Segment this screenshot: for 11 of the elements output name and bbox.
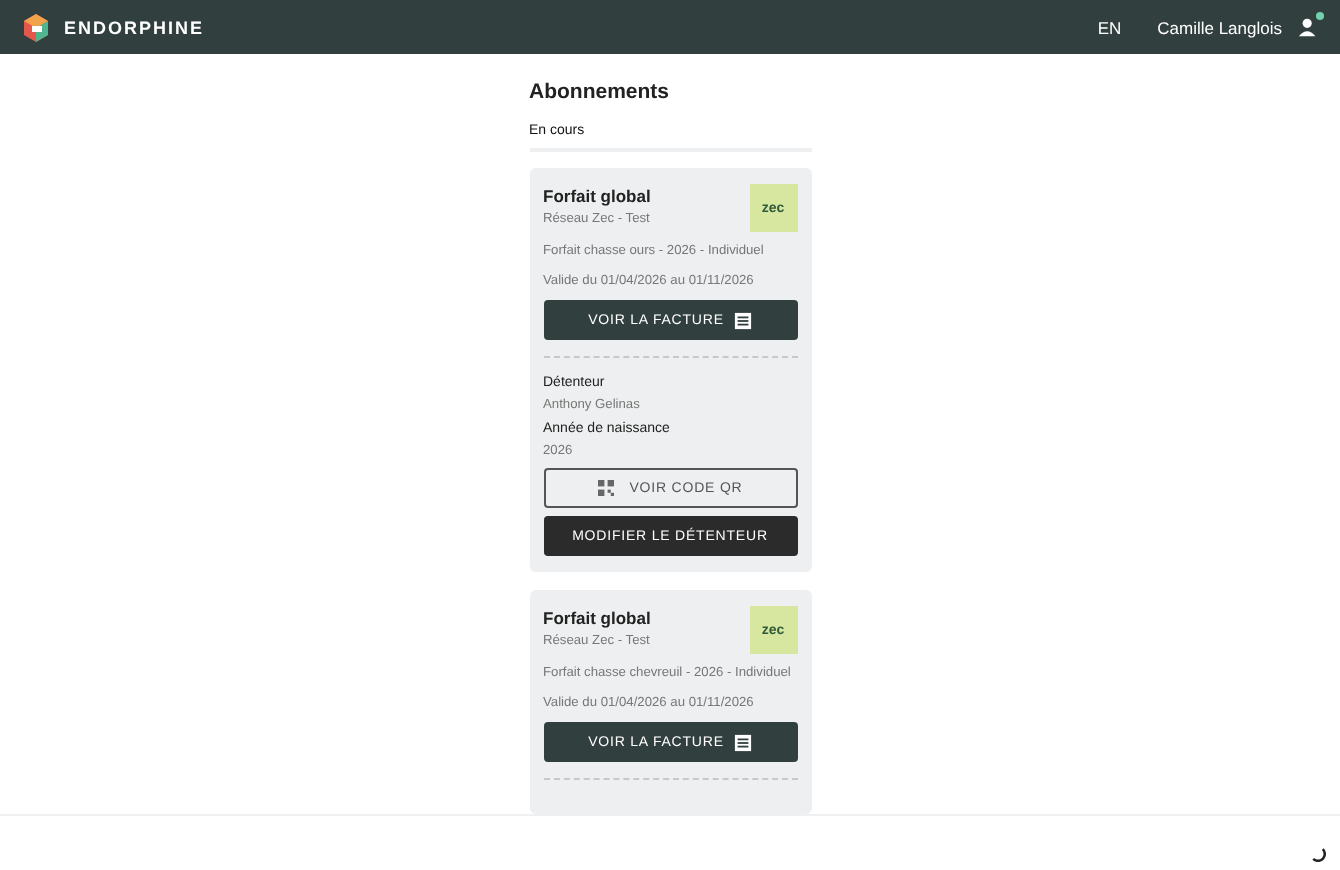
- document-icon: [733, 311, 752, 330]
- page-title: Abonnements: [529, 80, 672, 104]
- logo-icon: [20, 11, 52, 43]
- user-icon[interactable]: [1298, 16, 1320, 38]
- user-menu-button[interactable]: Camille Langlois: [1157, 17, 1282, 37]
- qr-code-icon: [597, 480, 614, 497]
- language-button[interactable]: EN: [1097, 17, 1122, 37]
- plan-title: Forfait global: [543, 184, 651, 206]
- document-icon: [733, 733, 752, 752]
- plan-title: Forfait global: [543, 606, 651, 629]
- brand-name: ENDORPHINE: [64, 17, 205, 37]
